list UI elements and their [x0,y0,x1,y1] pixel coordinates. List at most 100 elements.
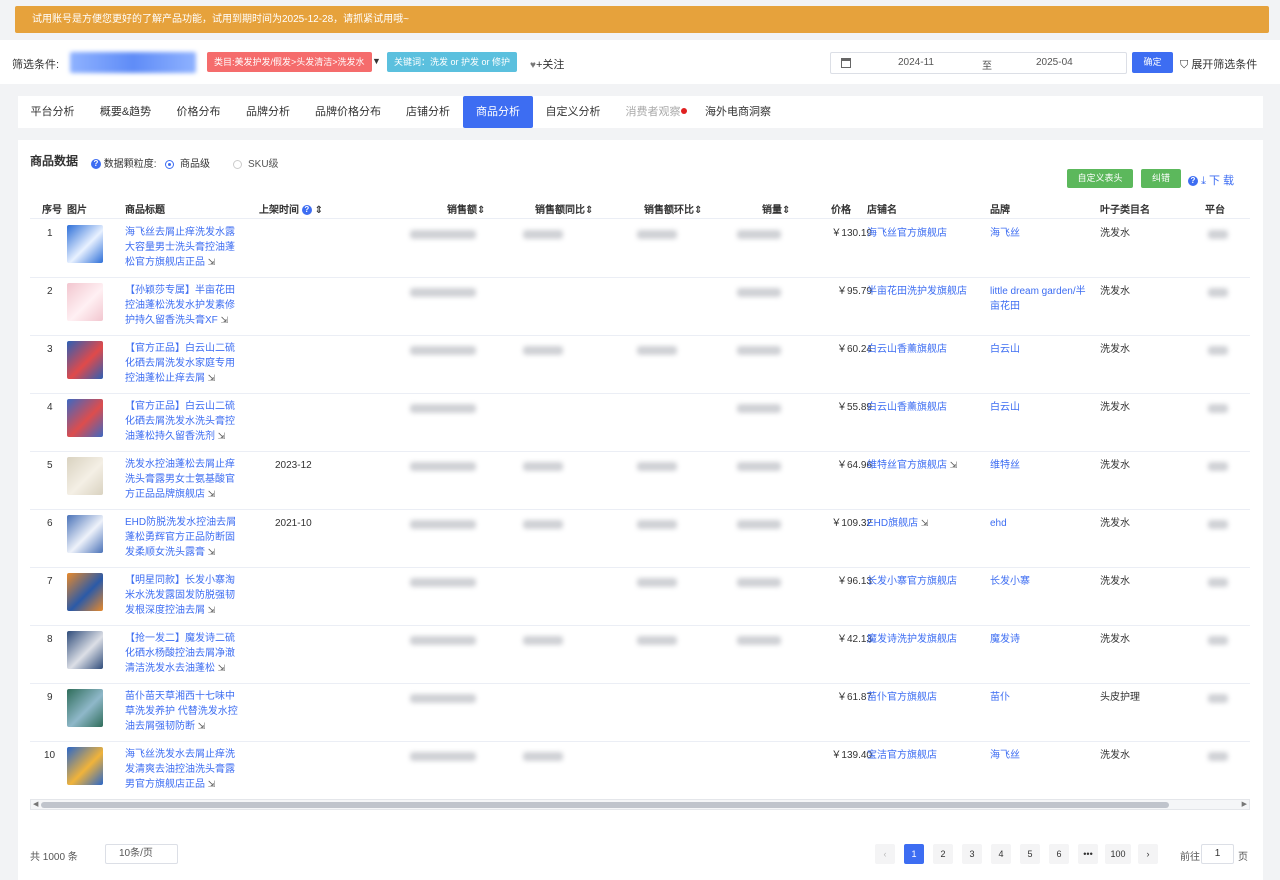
shop-link[interactable]: 白云山香薰旗舰店 [867,342,979,357]
confirm-button[interactable]: 确定 [1132,52,1173,73]
col-sales[interactable]: 销售额⇕ [447,201,485,216]
page-3[interactable]: 3 [962,844,982,864]
shop-link[interactable]: 长发小寨官方旗舰店 [867,574,979,589]
scroll-left-icon[interactable]: ◀ [33,800,38,809]
external-link-icon[interactable]: ⇲ [208,547,216,557]
radio-sku-level[interactable]: SKU级 [233,155,279,170]
page-2[interactable]: 2 [933,844,953,864]
brand-link[interactable]: 长发小寨 [990,574,1092,589]
brand-link[interactable]: 白云山 [990,342,1092,357]
help-icon[interactable]: ? [301,205,312,216]
tab-shop[interactable]: 店铺分析 [393,96,463,128]
goto-page-input[interactable]: 1 [1201,844,1234,864]
shop-link[interactable]: 魔发诗洗护发旗舰店 [867,632,979,647]
tab-brand-price[interactable]: 品牌价格分布 [303,96,393,128]
product-image[interactable] [67,689,103,727]
product-image[interactable] [67,283,103,321]
brand-link[interactable]: 白云山 [990,400,1092,415]
date-range-picker[interactable]: 2024-11 至 2025-04 [830,52,1127,74]
sort-icon[interactable]: ⇕ [477,205,485,216]
tab-platform[interactable]: 平台分析 [18,96,87,128]
product-title-link[interactable]: 【明星同款】长发小寨淘米水洗发露固发防脱强韧发根深度控油去屑 ⇲ [125,573,243,618]
shop-link[interactable]: 白云山香薰旗舰店 [867,400,979,415]
page-6[interactable]: 6 [1049,844,1069,864]
brand-link[interactable]: 魔发诗 [990,632,1092,647]
help-icon[interactable]: ? [1188,176,1198,187]
tab-brand[interactable]: 品牌分析 [233,96,303,128]
shop-link[interactable]: 宝洁官方旗舰店 [867,748,979,763]
shop-link[interactable]: EHD旗舰店 ⇲ [867,516,979,531]
help-icon[interactable]: ? [91,159,101,170]
correct-button[interactable]: 纠错 [1141,169,1181,188]
product-image[interactable] [67,341,103,379]
follow-button[interactable]: ♥+关注 [530,56,564,72]
product-title-link[interactable]: 海飞丝洗发水去屑止痒洗发清爽去油控油洗头膏露男官方旗舰店正品 ⇲ [125,747,243,792]
col-volume[interactable]: 销量⇕ [762,201,790,216]
brand-link[interactable]: 海飞丝 [990,748,1092,763]
product-title-link[interactable]: 苗仆苗天草湘西十七味中草洗发养护 代替洗发水控油去屑强韧防断 ⇲ [125,689,243,734]
page-4[interactable]: 4 [991,844,1011,864]
blurred-filter-input[interactable] [70,52,196,73]
custom-header-button[interactable]: 自定义表头 [1067,169,1133,188]
brand-link[interactable]: 苗仆 [990,690,1092,705]
product-image[interactable] [67,515,103,553]
tab-overseas[interactable]: 海外电商洞察 [693,96,783,128]
date-to[interactable]: 2025-04 [1036,57,1073,68]
shop-link[interactable]: 海飞丝官方旗舰店 [867,226,979,241]
sort-icon[interactable]: ⇕ [782,205,790,216]
keyword-filter-tag[interactable]: 关键词：洗发 or 护发 or 修护 [387,52,518,72]
shop-link[interactable]: 维特丝官方旗舰店 ⇲ [867,458,979,473]
brand-link[interactable]: 维特丝 [990,458,1092,473]
tab-product[interactable]: 商品分析 [463,96,533,128]
product-title-link[interactable]: 【孙颖莎专属】半亩花田控油蓬松洗发水护发素修护持久留香洗头膏XF ⇲ [125,283,243,328]
external-link-icon[interactable]: ⇲ [221,315,229,325]
radio-product-level[interactable]: 商品级 [165,155,210,170]
brand-link[interactable]: 海飞丝 [990,226,1092,241]
product-title-link[interactable]: 海飞丝去屑止痒洗发水露大容量男士洗头膏控油蓬松官方旗舰店正品 ⇲ [125,225,243,270]
product-image[interactable] [67,573,103,611]
page-size-select[interactable]: 10条/页 [105,844,178,864]
product-image[interactable] [67,399,103,437]
sort-icon[interactable]: ⇕ [585,205,593,216]
scrollbar-thumb[interactable] [41,802,1169,808]
product-title-link[interactable]: 【抢一发二】魔发诗二硫化硒水杨酸控油去屑净澈清洁洗发水去油蓬松 ⇲ [125,631,243,676]
product-image[interactable] [67,747,103,785]
external-link-icon[interactable]: ⇲ [198,721,206,731]
next-page-icon[interactable]: › [1138,844,1158,864]
col-sales-yoy[interactable]: 销售额同比⇕ [535,201,593,216]
external-link-icon[interactable]: ⇲ [950,460,958,470]
col-launch-time[interactable]: 上架时间 ? ⇕ [259,201,323,216]
col-sales-mom[interactable]: 销售额环比⇕ [644,201,702,216]
date-from[interactable]: 2024-11 [898,57,934,68]
horizontal-scrollbar[interactable]: ◀ ▶ [30,799,1250,810]
product-image[interactable] [67,631,103,669]
product-title-link[interactable]: 【官方正品】白云山二硫化硒去屑洗发水家庭专用控油蓬松止痒去屑 ⇲ [125,341,243,386]
expand-filters-button[interactable]: ⛉ 展开筛选条件 [1180,56,1257,72]
external-link-icon[interactable]: ⇲ [218,431,226,441]
page-5[interactable]: 5 [1020,844,1040,864]
external-link-icon[interactable]: ⇲ [208,257,216,267]
tab-price-distribution[interactable]: 价格分布 [164,96,233,128]
tab-consumer[interactable]: 消费者观察 [613,96,693,128]
product-title-link[interactable]: EHD防脱洗发水控油去屑蓬松勇辉官方正品防断固发柔顺女洗头露膏 ⇲ [125,515,243,560]
page-100[interactable]: 100 [1105,844,1131,864]
external-link-icon[interactable]: ⇲ [921,518,929,528]
page-ellipsis[interactable]: ••• [1078,844,1098,864]
external-link-icon[interactable]: ⇲ [208,605,216,615]
category-filter-tag[interactable]: 类目:美发护发/假发>头发清洁>洗发水 [207,52,372,72]
product-title-link[interactable]: 洗发水控油蓬松去屑止痒洗头膏露男女士氨基酸官方正品品牌旗舰店 ⇲ [125,457,243,502]
external-link-icon[interactable]: ⇲ [208,373,216,383]
tab-custom[interactable]: 自定义分析 [533,96,613,128]
brand-link[interactable]: little dream garden/半亩花田 [990,284,1092,314]
shop-link[interactable]: 苗仆官方旗舰店 [867,690,979,705]
external-link-icon[interactable]: ⇲ [218,663,226,673]
product-title-link[interactable]: 【官方正品】白云山二硫化硒去屑洗发水洗头膏控油蓬松持久留香洗剂 ⇲ [125,399,243,444]
product-image[interactable] [67,225,103,263]
brand-link[interactable]: ehd [990,516,1092,531]
external-link-icon[interactable]: ⇲ [208,779,216,789]
tab-overview[interactable]: 概要&趋势 [87,96,164,128]
scroll-right-icon[interactable]: ▶ [1242,800,1247,809]
download-button[interactable]: ? ⤓ 下 载 [1188,172,1234,188]
shop-link[interactable]: 半亩花田洗护发旗舰店 [867,284,979,299]
external-link-icon[interactable]: ⇲ [208,489,216,499]
